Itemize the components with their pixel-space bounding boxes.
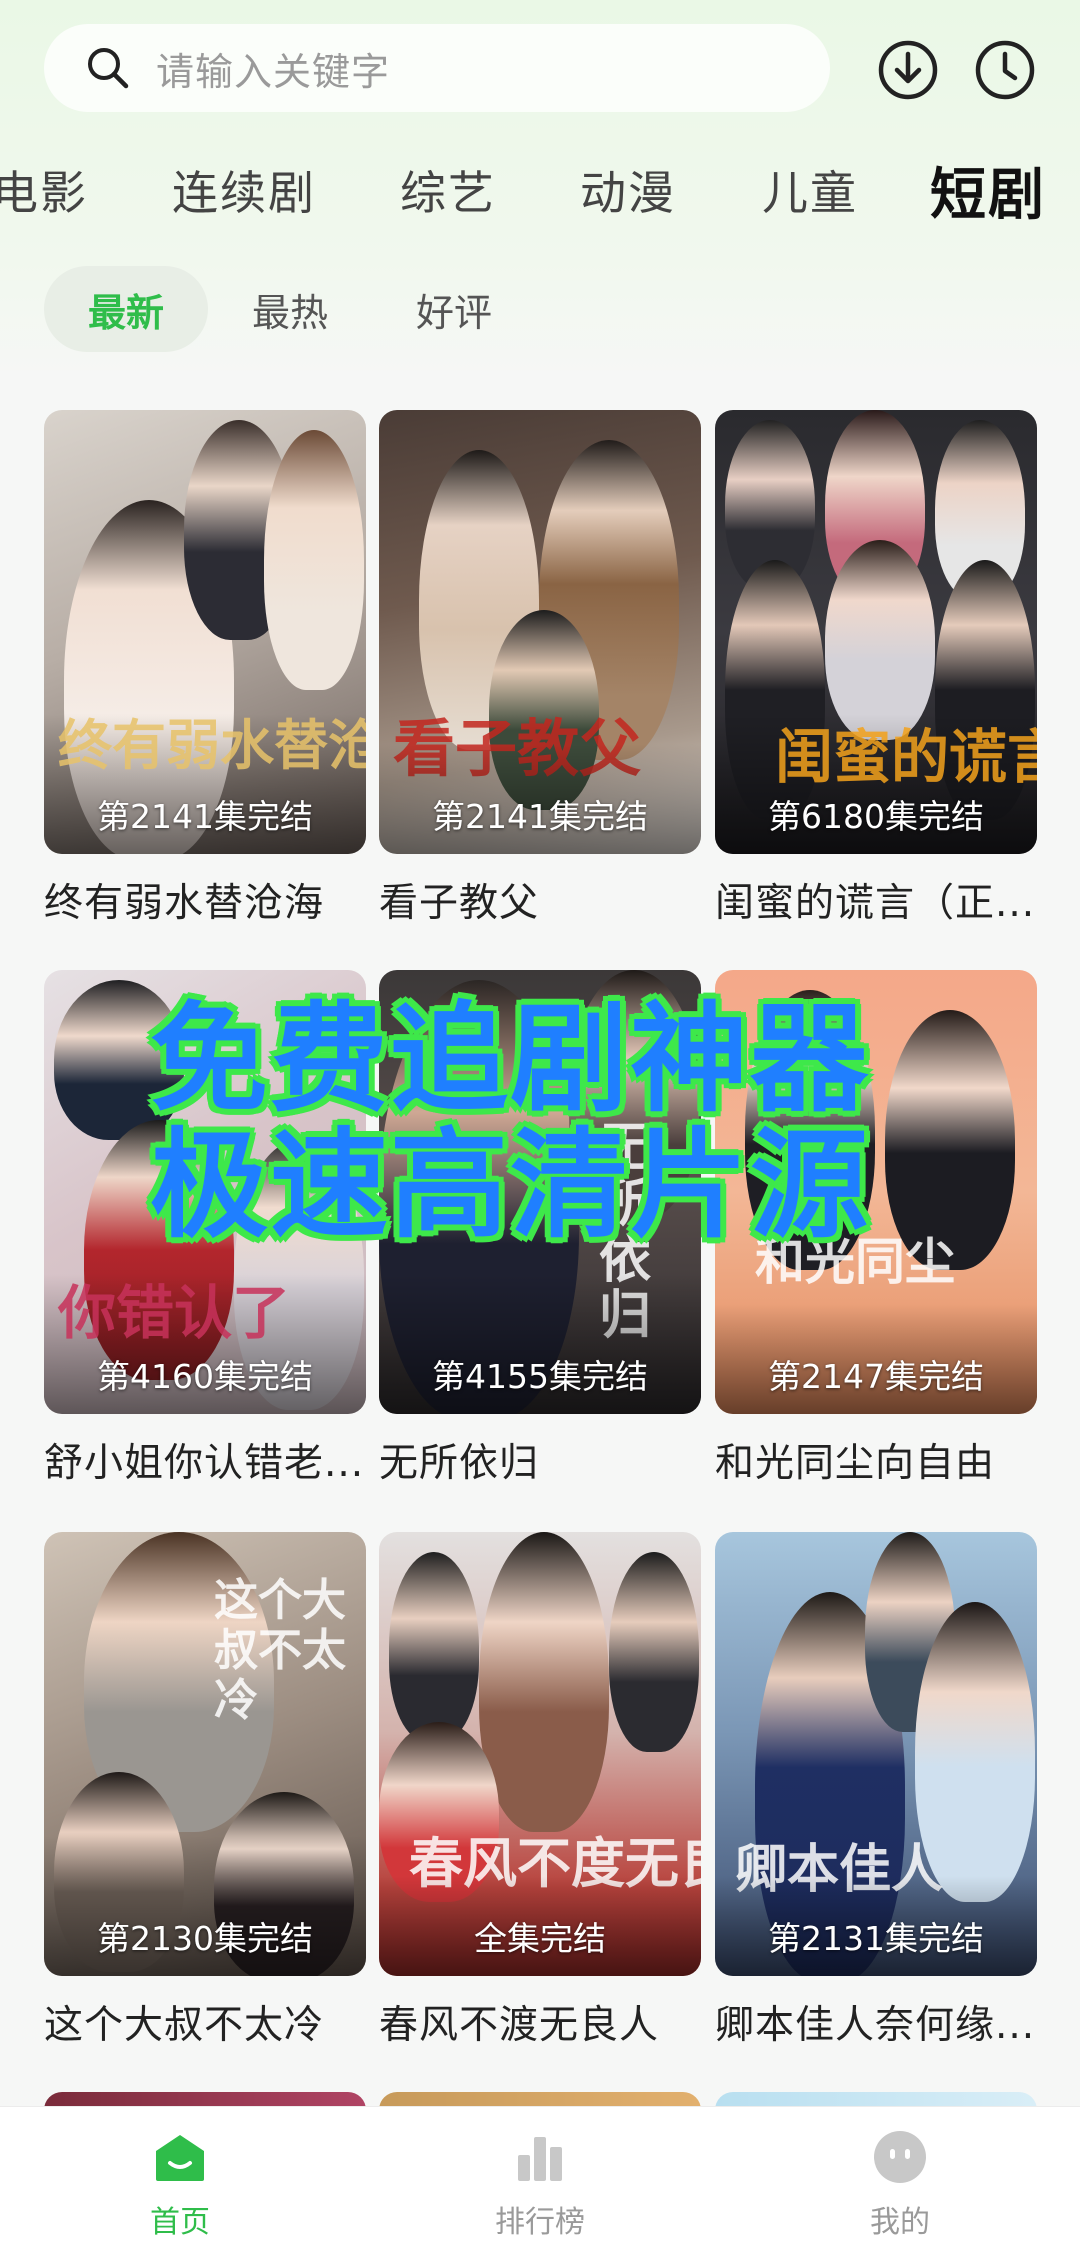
home-icon xyxy=(156,2135,204,2181)
drama-card[interactable]: 这个大叔不太冷 第2130集完结 这个大叔不太冷 xyxy=(44,1532,366,2050)
drama-card[interactable]: 看子教父 第2141集完结 看子教父 xyxy=(379,410,701,928)
episode-status-badge: 第4155集完结 xyxy=(432,1357,648,1396)
episode-status-badge: 第6180集完结 xyxy=(768,797,984,836)
drama-card[interactable]: 终有弱水替沧海 第2141集完结 终有弱水替沧海 xyxy=(44,410,366,928)
drama-title: 终有弱水替沧海 xyxy=(44,881,325,926)
drama-poster: 春风不度无良人 全集完结 xyxy=(379,1532,701,1976)
episode-status-badge: 第2141集完结 xyxy=(97,797,313,836)
drama-title: 看子教父 xyxy=(379,881,540,926)
poster-art-title: 这个大叔不太冷 xyxy=(214,1575,346,1726)
drama-card[interactable]: 春风不度无良人 全集完结 春风不渡无良人 xyxy=(379,1532,701,2050)
drama-title: 卿本佳人奈何缘... xyxy=(715,2003,1036,2048)
drama-poster: 看子教父 第2141集完结 xyxy=(379,410,701,854)
poster-art-title: 你错认了 xyxy=(58,1279,291,1347)
episode-status-badge: 全集完结 xyxy=(474,1919,606,1958)
app-screen: 请输入关键字 电影 连续剧 综艺 动漫 儿童 短剧 最新 最热 好评 终有弱水替… xyxy=(0,0,1080,2262)
drama-title: 闺蜜的谎言（正... xyxy=(715,881,1036,926)
bottom-nav: 首页 排行榜 我的 xyxy=(0,2106,1080,2262)
tab-movies[interactable]: 电影 xyxy=(0,157,88,223)
episode-status-badge: 第2130集完结 xyxy=(97,1919,313,1958)
sort-latest[interactable]: 最新 xyxy=(44,266,208,352)
drama-card[interactable]: 闺蜜的谎言 第6180集完结 闺蜜的谎言（正... xyxy=(715,410,1037,928)
tab-series[interactable]: 连续剧 xyxy=(172,157,316,223)
nav-ranking[interactable]: 排行榜 xyxy=(440,2129,640,2241)
search-placeholder: 请输入关键字 xyxy=(156,49,391,94)
episode-status-badge: 第2131集完结 xyxy=(768,1919,984,1958)
tab-variety[interactable]: 综艺 xyxy=(400,157,496,223)
drama-poster: 终有弱水替沧海 第2141集完结 xyxy=(44,410,366,854)
nav-ranking-label: 排行榜 xyxy=(495,2205,585,2240)
drama-title: 春风不渡无良人 xyxy=(379,2003,660,2048)
tab-anime[interactable]: 动漫 xyxy=(580,157,676,223)
search-bar[interactable]: 请输入关键字 xyxy=(44,24,830,112)
drama-poster: 卿本佳人 第2131集完结 xyxy=(715,1532,1037,1976)
episode-status-badge: 第2141集完结 xyxy=(432,797,648,836)
drama-title: 和光同尘向自由 xyxy=(715,1441,996,1486)
download-icon[interactable] xyxy=(876,38,940,102)
profile-face-icon xyxy=(874,2131,926,2183)
search-icon xyxy=(88,48,129,89)
category-tabs: 电影 连续剧 综艺 动漫 儿童 短剧 xyxy=(0,150,1080,230)
nav-home[interactable]: 首页 xyxy=(80,2129,280,2241)
poster-art-title: 终有弱水替沧海 xyxy=(58,713,366,777)
sort-top-rated[interactable]: 好评 xyxy=(394,266,514,352)
drama-title: 舒小姐你认错老... xyxy=(44,1441,365,1486)
episode-status-badge: 第4160集完结 xyxy=(97,1357,313,1396)
promo-overlay: 免费追剧神器 极速高清片源 xyxy=(150,996,950,1248)
nav-profile[interactable]: 我的 xyxy=(800,2129,1000,2241)
promo-line-1: 免费追剧神器 xyxy=(150,990,871,1128)
episode-status-badge: 第2147集完结 xyxy=(768,1357,984,1396)
tab-kids[interactable]: 儿童 xyxy=(762,157,858,223)
tab-short-drama[interactable]: 短剧 xyxy=(930,150,1046,231)
drama-title: 无所依归 xyxy=(379,1441,540,1486)
promo-line-2: 极速高清片源 xyxy=(150,1116,871,1254)
drama-card[interactable]: 卿本佳人 第2131集完结 卿本佳人奈何缘... xyxy=(715,1532,1037,2050)
ranking-bars-icon xyxy=(518,2137,562,2181)
drama-title: 这个大叔不太冷 xyxy=(44,2003,325,2048)
sort-hottest[interactable]: 最热 xyxy=(230,266,350,352)
drama-poster: 这个大叔不太冷 第2130集完结 xyxy=(44,1532,366,1976)
nav-profile-label: 我的 xyxy=(870,2205,930,2240)
nav-home-label: 首页 xyxy=(150,2205,210,2240)
history-clock-icon[interactable] xyxy=(973,38,1037,102)
poster-art-title: 闺蜜的谎言 xyxy=(775,723,1037,791)
drama-poster: 闺蜜的谎言 第6180集完结 xyxy=(715,410,1037,854)
